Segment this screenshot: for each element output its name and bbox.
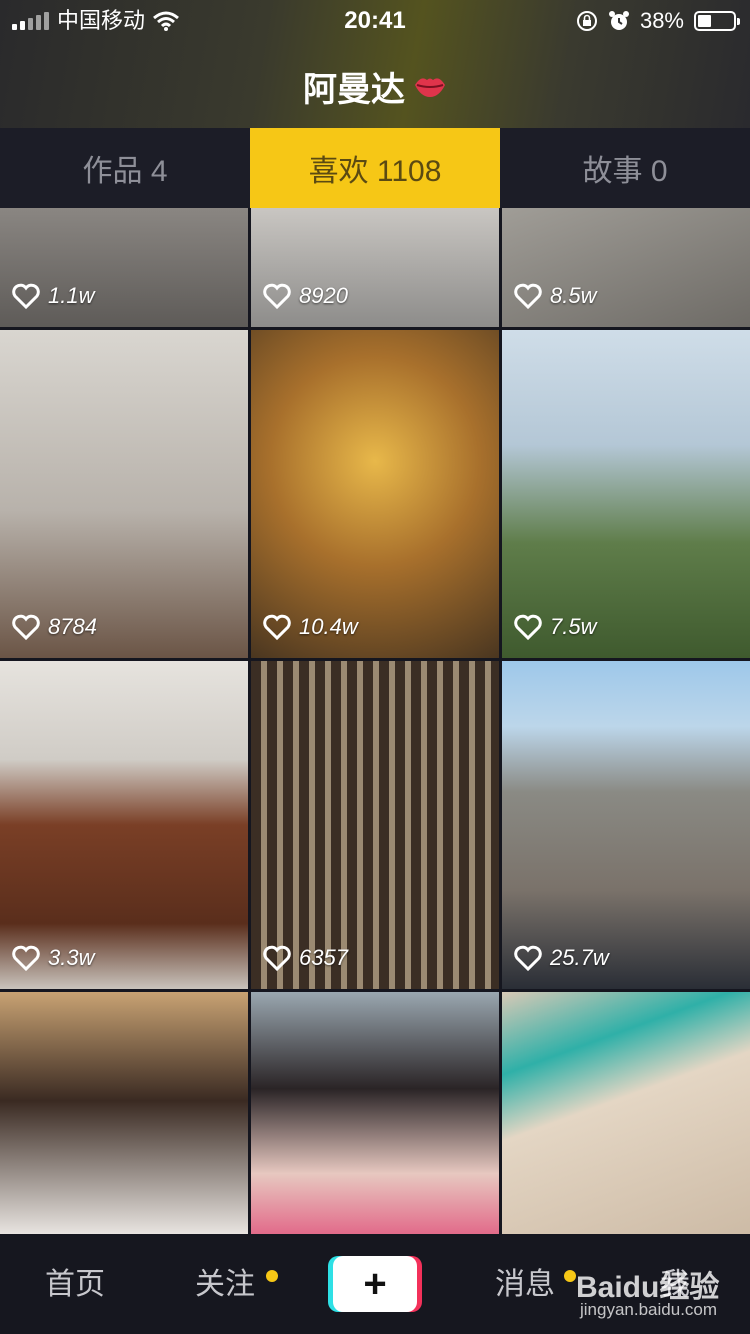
like-count: 25.7w (550, 945, 609, 970)
alarm-icon (608, 11, 629, 30)
video-thumbnail[interactable]: 6357 (251, 661, 499, 989)
like-count: 8784 (48, 614, 97, 639)
video-grid: 1.1w 8920 8.5w 8784 10.4w 7.5w 3.3w 6357… (0, 208, 750, 1234)
tab-stories[interactable]: 故事 0 (500, 128, 750, 208)
heart-icon (514, 945, 542, 971)
nav-messages[interactable]: 消息 (495, 1236, 555, 1334)
nav-follow[interactable]: 关注 (195, 1236, 255, 1334)
like-count: 1.1w (48, 283, 95, 308)
heart-icon (514, 614, 542, 640)
status-bar: 中国移动 20:41 38% (0, 0, 750, 42)
messages-notification-dot (564, 1270, 576, 1282)
video-thumbnail[interactable]: 25.7w (502, 661, 750, 989)
tab-likes[interactable]: 喜欢 1108 (250, 128, 500, 208)
like-count: 8.5w (550, 283, 597, 308)
heart-icon (263, 614, 291, 640)
battery-icon (694, 11, 740, 31)
heart-icon (514, 283, 542, 309)
profile-header: 中国移动 20:41 38% 阿曼达 (0, 0, 750, 128)
like-count: 6357 (299, 945, 348, 970)
video-thumbnail[interactable]: 10.4w (251, 330, 499, 658)
heart-icon (263, 283, 291, 309)
battery-percent: 38% (639, 8, 684, 33)
like-count: 10.4w (299, 614, 358, 639)
video-thumbnail[interactable] (0, 992, 248, 1234)
video-thumbnail[interactable]: 3.3w (0, 661, 248, 989)
add-video-button[interactable]: + (333, 1256, 417, 1312)
follow-notification-dot (266, 1270, 278, 1282)
video-thumbnail[interactable]: 8920 (251, 208, 499, 327)
watermark-url: jingyan.baidu.com (580, 1300, 718, 1319)
plus-icon: + (363, 1262, 387, 1306)
heart-icon (263, 945, 291, 971)
video-thumbnail[interactable]: 1.1w (0, 208, 248, 327)
profile-name: 阿曼达 (303, 70, 405, 109)
heart-icon (12, 283, 40, 309)
heart-icon (12, 614, 40, 640)
video-thumbnail[interactable]: 8784 (0, 330, 248, 658)
video-thumbnail[interactable]: 7.5w (502, 330, 750, 658)
video-thumbnail[interactable] (251, 992, 499, 1234)
nav-home[interactable]: 首页 (45, 1236, 105, 1334)
video-thumbnail[interactable] (502, 992, 750, 1234)
rotation-lock-icon (576, 11, 597, 31)
video-thumbnail[interactable]: 8.5w (502, 208, 750, 327)
like-count: 8920 (299, 283, 348, 308)
lips-icon (415, 78, 445, 97)
like-count: 3.3w (48, 945, 95, 970)
profile-tabs: 作品 4 喜欢 1108 故事 0 (0, 128, 750, 208)
tab-works[interactable]: 作品 4 (0, 128, 250, 208)
like-count: 7.5w (550, 614, 597, 639)
heart-icon (12, 945, 40, 971)
